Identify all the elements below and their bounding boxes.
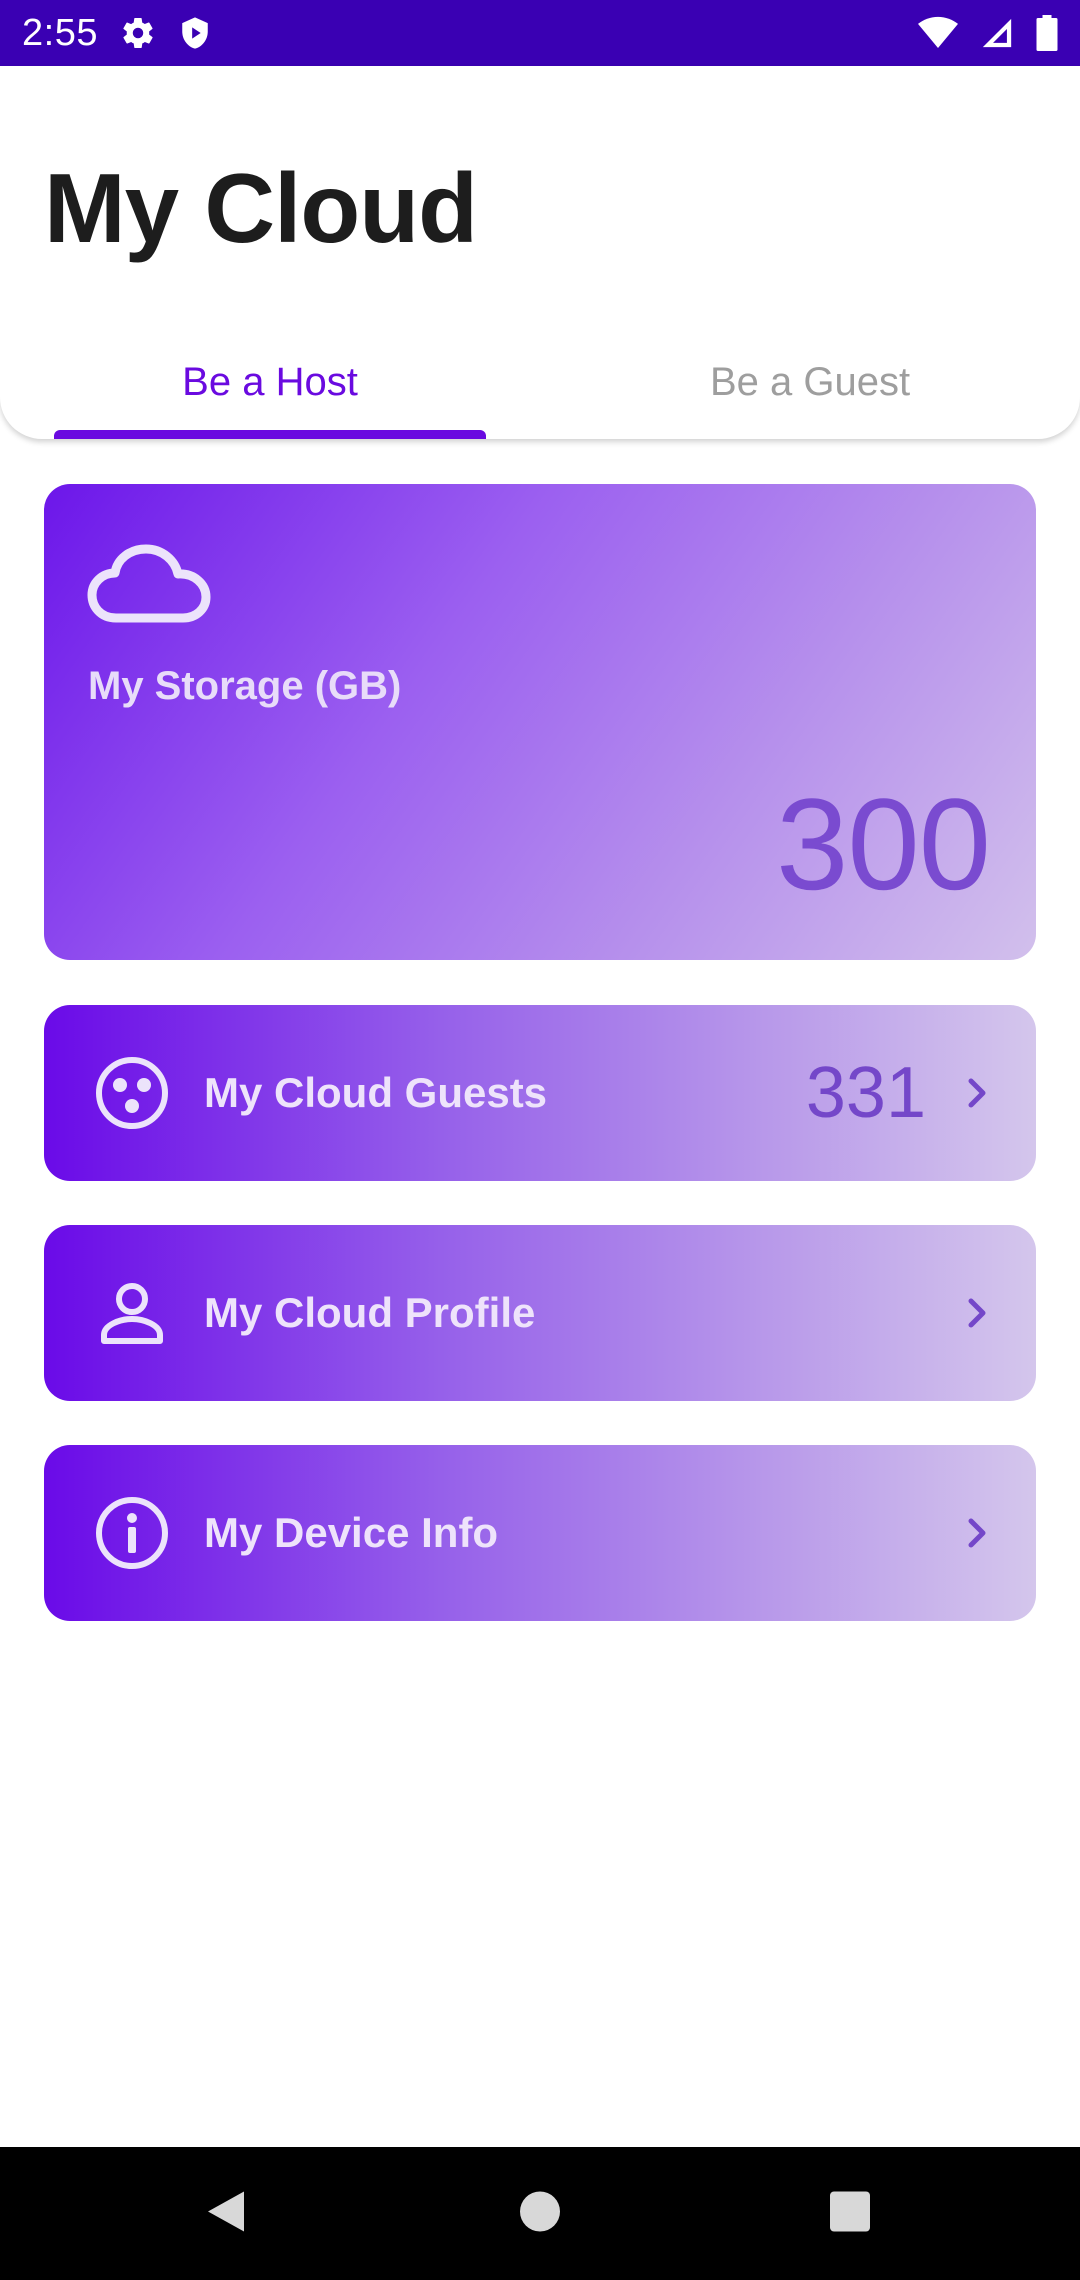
tab-be-a-guest[interactable]: Be a Guest xyxy=(540,336,1080,439)
back-icon[interactable] xyxy=(204,2187,248,2240)
status-bar-right xyxy=(918,15,1058,51)
storage-value: 300 xyxy=(776,771,991,917)
my-cloud-guests-item[interactable]: My Cloud Guests 331 xyxy=(44,1005,1036,1181)
recents-icon[interactable] xyxy=(829,2190,871,2237)
app-header: My Cloud Be a Host Be a Guest xyxy=(0,66,1080,439)
cloud-icon xyxy=(86,542,212,626)
signal-icon xyxy=(980,16,1014,50)
info-icon xyxy=(94,1495,170,1571)
status-bar: 2:55 xyxy=(0,0,1080,66)
tab-be-a-host[interactable]: Be a Host xyxy=(0,336,540,439)
wifi-icon xyxy=(918,16,958,50)
status-bar-left: 2:55 xyxy=(22,12,212,55)
my-cloud-guests-label: My Cloud Guests xyxy=(204,1069,548,1116)
my-cloud-profile-label: My Cloud Profile xyxy=(204,1289,536,1336)
page-title: My Cloud xyxy=(44,153,478,263)
status-time: 2:55 xyxy=(22,11,98,54)
guests-count: 331 xyxy=(805,1053,926,1133)
tab-bar: Be a Host Be a Guest xyxy=(0,336,1080,439)
guests-icon xyxy=(94,1055,170,1131)
my-cloud-profile-item[interactable]: My Cloud Profile xyxy=(44,1225,1036,1401)
person-icon xyxy=(94,1275,170,1351)
storage-card: My Storage (GB) 300 xyxy=(44,484,1036,960)
storage-label: My Storage (GB) xyxy=(88,664,402,708)
chevron-right-icon xyxy=(960,1073,994,1113)
shield-icon xyxy=(178,15,212,51)
battery-icon xyxy=(1036,15,1058,51)
my-device-info-label: My Device Info xyxy=(204,1509,499,1556)
chevron-right-icon xyxy=(960,1513,994,1553)
my-device-info-item[interactable]: My Device Info xyxy=(44,1445,1036,1621)
navigation-bar xyxy=(0,2147,1080,2280)
gear-icon xyxy=(120,15,156,51)
chevron-right-icon xyxy=(960,1293,994,1333)
home-icon[interactable] xyxy=(518,2189,562,2238)
active-tab-indicator xyxy=(54,430,486,439)
